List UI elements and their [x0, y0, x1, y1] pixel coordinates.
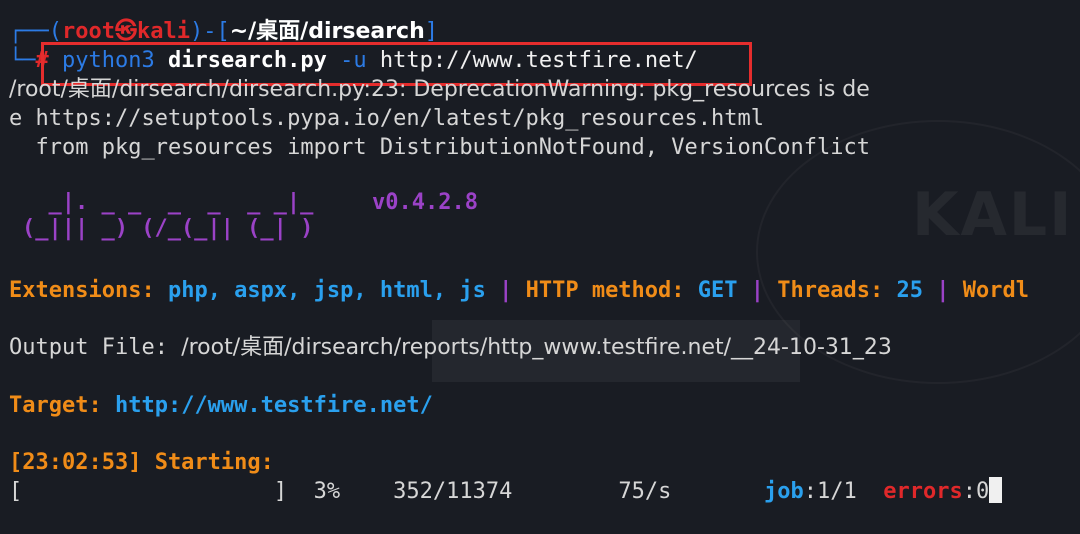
separator: |	[750, 278, 765, 303]
progress-count: 352/11374	[393, 479, 513, 504]
errors-value: :0	[962, 479, 990, 504]
prompt-close: ]	[424, 19, 439, 44]
warning-line-1: /root/桌面/dirsearch/dirsearch.py:23: Depr…	[9, 77, 870, 102]
wordlist-label: Wordl	[962, 278, 1029, 303]
job-label: job	[764, 479, 804, 504]
prompt-cwd: ~/桌面/dirsearch	[229, 19, 425, 44]
progress-line: [ ] 3% 352/11374 75/s job:1/1 errors:0	[9, 477, 1003, 506]
threads-label: Threads:	[777, 278, 884, 303]
warning-line-3: from pkg_resources import DistributionNo…	[9, 135, 870, 160]
progress-percent: 3%	[313, 479, 341, 504]
prompt-open: ┌──(	[9, 19, 62, 44]
target-line: Target: http://www.testfire.net/	[9, 391, 433, 420]
starting-line: [23:02:53] Starting:	[9, 450, 274, 475]
target-url: http://www.testfire.net/	[114, 393, 433, 418]
prompt-mid: )-[	[189, 19, 230, 44]
logo-line-1: _|. _ _ _ _ _ _|_	[22, 190, 314, 215]
target-label: Target:	[9, 393, 102, 418]
version-label: v0.4.2.8	[372, 190, 478, 215]
extensions-label: Extensions:	[9, 278, 155, 303]
separator: |	[936, 278, 950, 303]
extensions-value: php, aspx, jsp, html, js	[167, 278, 486, 303]
background-kali-watermark: KALI	[912, 180, 1074, 250]
separator: |	[499, 278, 513, 303]
progress-bar: [ ]	[9, 479, 288, 504]
config-line: Extensions: php, aspx, jsp, html, js | H…	[9, 276, 1029, 305]
progress-rate: 75/s	[618, 479, 672, 504]
dirsearch-logo: _|. _ _ _ _ _ _|_ (_||| _) (/_(_|| (_| )	[22, 190, 313, 242]
http-method-label: HTTP method:	[525, 278, 685, 303]
http-method-value: GET	[697, 278, 738, 303]
job-value: :1/1	[803, 479, 857, 504]
terminal-cursor[interactable]	[989, 477, 1003, 503]
output-file-label: Output File:	[9, 335, 168, 360]
warning-line-2: e https://setuptools.pypa.io/en/latest/p…	[9, 106, 764, 131]
threads-value: 25	[896, 278, 924, 303]
prompt-user-host: root㉿kali	[61, 19, 190, 44]
prompt-corner: └─	[9, 48, 36, 73]
output-file-line: Output File: /root/桌面/dirsearch/reports/…	[9, 333, 892, 362]
errors-label: errors	[883, 479, 963, 504]
output-file-path: /root/桌面/dirsearch/reports/http_www.test…	[181, 335, 892, 360]
logo-line-2: (_||| _) (/_(_|| (_| )	[22, 216, 314, 241]
